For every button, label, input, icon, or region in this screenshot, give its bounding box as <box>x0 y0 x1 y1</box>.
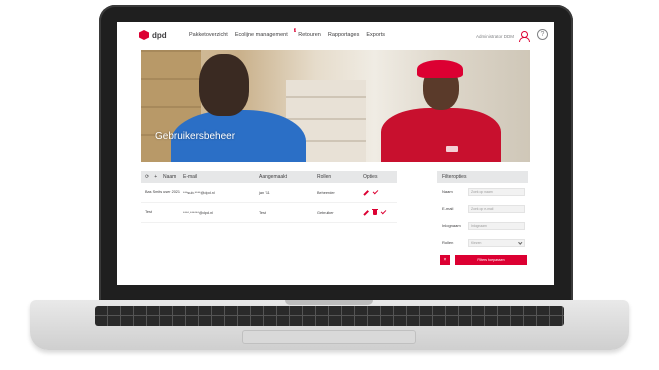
hero-person-right-cap <box>417 60 463 78</box>
user-icon <box>519 31 530 42</box>
cell-email: ***sub.****@dpd.nl <box>183 190 215 195</box>
nav-item-pakketoverzicht[interactable]: Pakketoverzicht <box>189 32 228 38</box>
nav-item-ecolijne-management[interactable]: Ecolijne management 3 <box>234 28 297 38</box>
notification-badge: 3 <box>294 28 297 32</box>
hero-person-left-head <box>199 54 249 116</box>
column-header-created[interactable]: Aangemaakt <box>259 174 317 180</box>
hero-banner: Gebruikersbeheer <box>141 50 530 162</box>
column-header-options: Opties <box>363 174 378 180</box>
table-row[interactable]: Test ****.******@dpd.nl Test Gebruiker <box>141 203 397 223</box>
table-row[interactable]: Bas Smits user 2021 ***sub.****@dpd.nl j… <box>141 183 397 203</box>
name-filter-input[interactable]: Zoek op naam <box>468 187 525 196</box>
column-header-name[interactable]: Naam <box>163 174 183 180</box>
laptop-notch <box>285 300 373 305</box>
page-title: Gebruikersbeheer <box>155 131 236 142</box>
hero-person-right-body <box>381 108 501 162</box>
dpd-logo[interactable]: dpd <box>139 30 167 40</box>
filter-row-email: E-mail Zoek op e-mail <box>437 200 528 217</box>
nav-item-exports[interactable]: Exports <box>366 32 385 38</box>
column-header-email[interactable]: E-mail <box>183 174 259 180</box>
cell-created: Test <box>259 210 266 215</box>
table-header-icons: ⟳ + <box>141 174 163 180</box>
filter-label: Rollen <box>442 240 454 245</box>
check-icon[interactable] <box>380 208 387 215</box>
cube-icon <box>139 30 149 40</box>
apply-filters-button[interactable]: Filters toepassen <box>455 255 527 265</box>
logo-text: dpd <box>152 30 167 40</box>
filter-label: E-mail <box>442 206 454 211</box>
table-header: ⟳ + Naam E-mail Aangemaakt Rollen Opties <box>141 171 397 183</box>
pencil-icon[interactable] <box>363 189 369 196</box>
reset-filter-button[interactable]: × <box>440 255 450 265</box>
cell-role: Gebruiker <box>317 210 334 215</box>
refresh-icon[interactable]: ⟳ <box>145 174 149 180</box>
shirt-logo <box>446 146 458 152</box>
pencil-icon[interactable] <box>363 209 369 216</box>
cell-created: jan '11 <box>259 190 270 195</box>
help-icon[interactable]: ? <box>537 29 548 40</box>
nav-item-label: Ecolijne management <box>234 32 288 38</box>
filter-label: Inlognaam <box>442 223 461 228</box>
cell-role: Beheerder <box>317 190 335 195</box>
role-select-value: Kiezen <box>471 240 482 245</box>
filter-panel: Filteropties Naam Zoek op naam E-mail Zo… <box>437 171 528 265</box>
trash-icon[interactable] <box>372 208 378 215</box>
cell-name: Test <box>145 210 152 215</box>
cell-email: ****.******@dpd.nl <box>183 210 214 215</box>
email-filter-input[interactable]: Zoek op e-mail <box>468 204 525 213</box>
screen: dpd Pakketoverzicht Ecolijne management … <box>117 22 554 285</box>
filter-title: Filteropties <box>437 171 528 183</box>
check-icon[interactable] <box>372 188 379 195</box>
filter-label: Naam <box>442 189 453 194</box>
user-label: Administrator DDM <box>475 33 514 39</box>
main-nav: Pakketoverzicht Ecolijne management 3 Re… <box>189 28 385 38</box>
nav-item-rapportages[interactable]: Rapportages <box>328 32 360 38</box>
add-user-icon[interactable]: + <box>154 174 157 180</box>
filter-actions: × Filters toepassen <box>437 255 528 265</box>
login-filter-input[interactable]: Inlognaam <box>468 221 525 230</box>
cell-options <box>363 208 397 216</box>
column-header-role[interactable]: Rollen <box>317 174 363 180</box>
filter-row-name: Naam Zoek op naam <box>437 183 528 200</box>
filter-row-login: Inlognaam Inlognaam <box>437 217 528 234</box>
role-filter-select[interactable]: Kiezen <box>468 238 525 247</box>
chevron-down-icon <box>517 239 522 244</box>
cell-name: Bas Smits user 2021 <box>145 190 181 195</box>
cell-options <box>363 188 397 196</box>
users-table: ⟳ + Naam E-mail Aangemaakt Rollen Opties… <box>141 171 397 223</box>
user-menu[interactable]: Administrator DDM <box>475 31 530 42</box>
top-header: dpd Pakketoverzicht Ecolijne management … <box>117 22 554 50</box>
filter-row-role: Rollen Kiezen <box>437 234 528 251</box>
laptop-touchpad <box>242 330 416 344</box>
laptop-keyboard <box>95 306 564 326</box>
nav-item-retouren[interactable]: Retouren <box>298 32 321 38</box>
